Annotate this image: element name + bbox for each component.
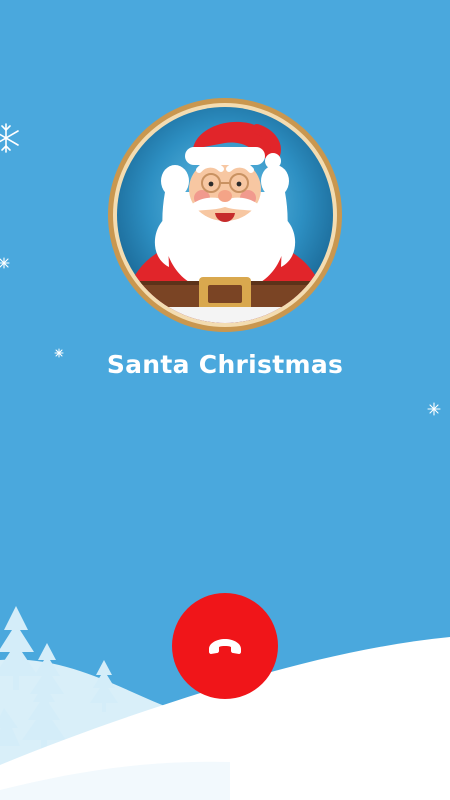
snowflake-icon <box>0 123 19 153</box>
caller-name: Santa Christmas <box>106 350 344 379</box>
phone-hangup-icon <box>209 639 241 654</box>
caller-avatar <box>107 97 343 333</box>
end-call-button[interactable] <box>172 593 278 699</box>
santa-avatar-icon <box>108 98 342 332</box>
snowflake-icon <box>427 402 441 416</box>
snowflake-icon <box>0 257 10 269</box>
